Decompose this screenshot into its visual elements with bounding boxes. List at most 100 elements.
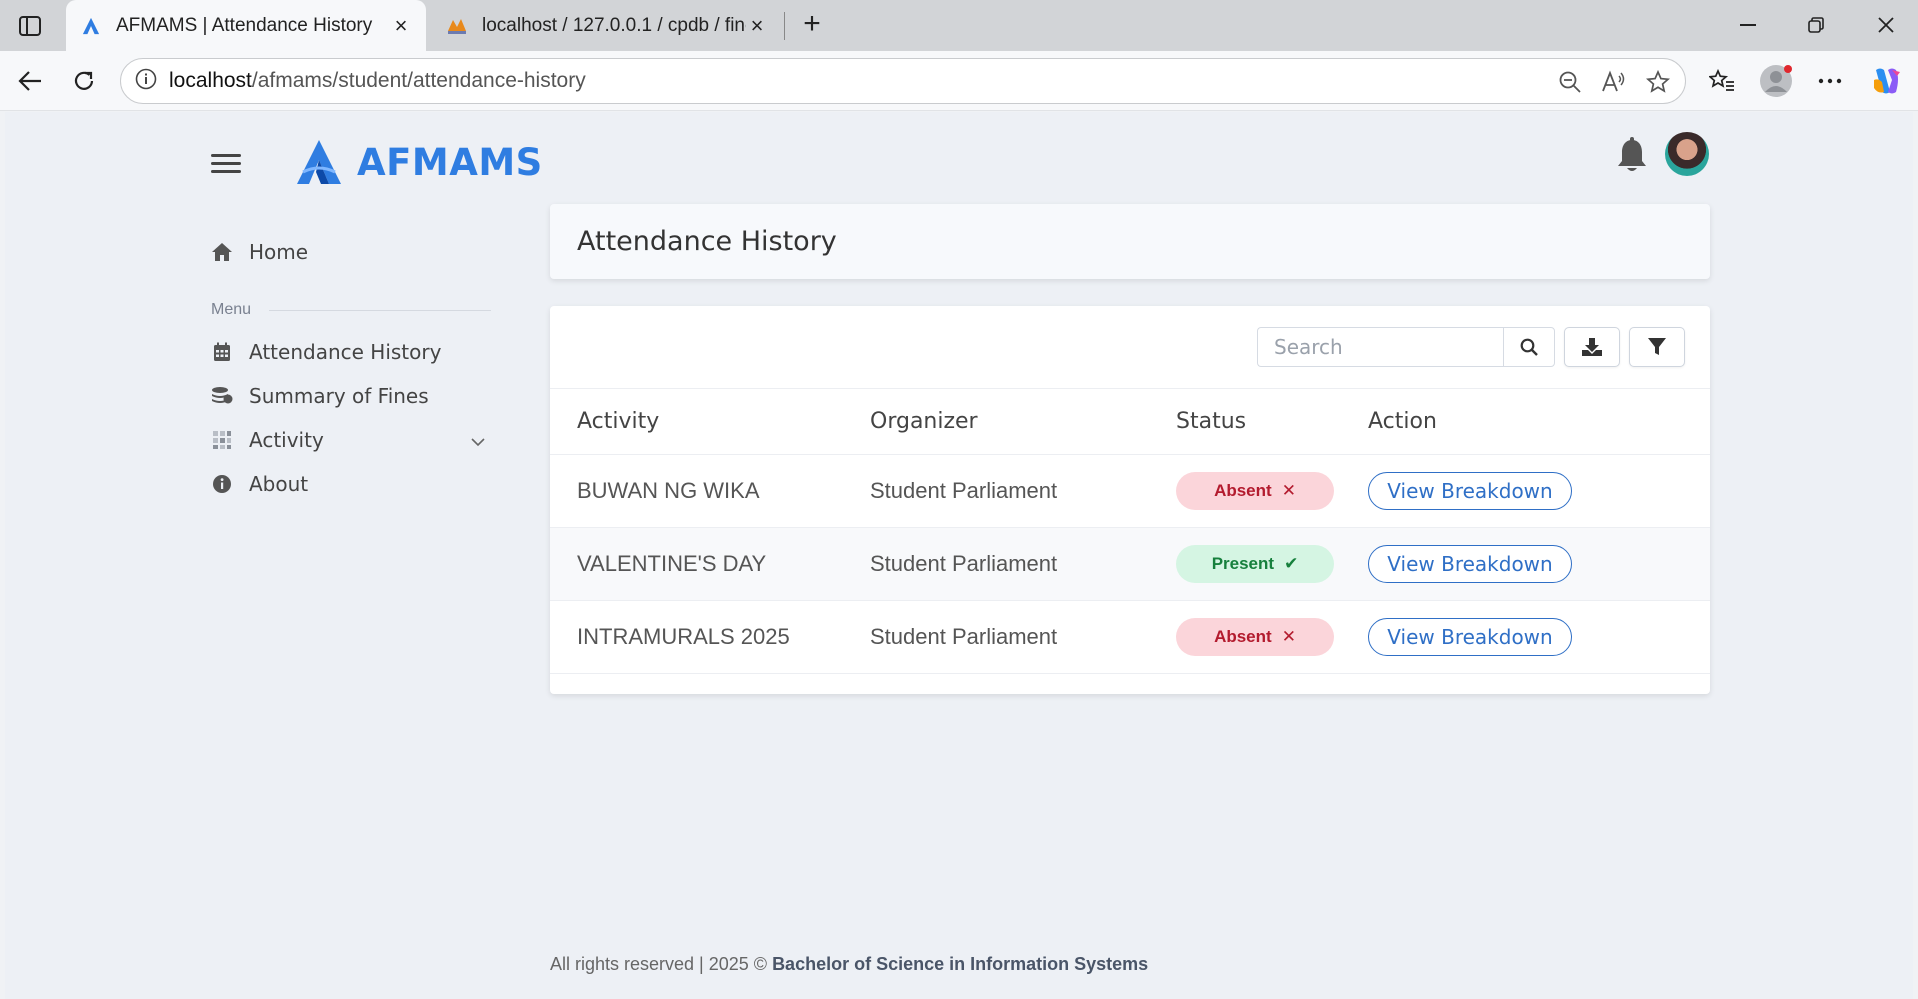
footer-text: All rights reserved | 2025 © <box>550 954 768 974</box>
search-input[interactable] <box>1257 327 1503 367</box>
tab-title: AFMAMS | Attendance History <box>116 14 373 36</box>
grid-icon <box>211 429 233 451</box>
page-title-card: Attendance History <box>550 204 1710 279</box>
brand-logo[interactable]: AFMAMS <box>295 138 543 186</box>
status-badge: Absent ✕ <box>1176 472 1334 510</box>
sidebar-item-attendance-history[interactable]: Attendance History <box>211 330 491 374</box>
menu-divider <box>269 309 491 311</box>
status-cell: Absent ✕ <box>1176 600 1368 674</box>
download-icon <box>1582 338 1602 356</box>
sidebar-item-label: About <box>249 472 309 496</box>
url-host: localhost <box>169 69 252 92</box>
table-toolbar <box>1257 327 1685 367</box>
action-cell: View Breakdown <box>1368 600 1710 674</box>
address-bar[interactable]: localhost/afmams/student/attendance-hist… <box>120 58 1686 104</box>
tab-phpmyadmin[interactable]: localhost / 127.0.0.1 / cpdb / fines × <box>432 0 782 51</box>
sidebar-item-activity[interactable]: Activity <box>211 418 491 462</box>
tab-title: localhost / 127.0.0.1 / cpdb / fines <box>482 14 746 36</box>
activity-cell: INTRAMURALS 2025 <box>550 600 870 674</box>
url-path: /afmams/student/attendance-history <box>251 69 586 92</box>
status-text: Absent <box>1214 627 1272 646</box>
check-icon: ✔ <box>1284 554 1299 573</box>
x-mark-icon: ✕ <box>1281 481 1296 500</box>
column-header-action[interactable]: Action <box>1368 388 1710 455</box>
table-row: VALENTINE'S DAY Student Parliament Prese… <box>550 527 1710 601</box>
sidebar-item-about[interactable]: About <box>211 462 491 506</box>
view-breakdown-button[interactable]: View Breakdown <box>1368 545 1572 583</box>
status-badge: Absent ✕ <box>1176 618 1334 656</box>
refresh-icon[interactable] <box>66 63 102 99</box>
user-avatar[interactable] <box>1665 132 1709 176</box>
sidebar-item-summary-of-fines[interactable]: Summary of Fines <box>211 374 491 418</box>
coins-icon <box>211 385 233 407</box>
close-tab-icon[interactable]: × <box>746 14 768 37</box>
footer-org: Bachelor of Science in Information Syste… <box>772 954 1149 974</box>
copilot-icon[interactable] <box>1868 63 1904 99</box>
home-icon <box>211 241 233 263</box>
view-breakdown-button[interactable]: View Breakdown <box>1368 618 1572 656</box>
browser-toolbar: localhost/afmams/student/attendance-hist… <box>0 51 1918 111</box>
chevron-down-icon[interactable] <box>471 428 485 452</box>
table-header-row: Activity Organizer Status Action <box>550 388 1710 455</box>
site-info-icon[interactable] <box>135 68 157 95</box>
back-arrow-icon[interactable] <box>12 63 48 99</box>
action-cell: View Breakdown <box>1368 527 1710 601</box>
phpmyadmin-favicon-icon <box>446 15 468 37</box>
attendance-table-card: Activity Organizer Status Action BUWAN N… <box>550 306 1710 694</box>
menu-section-label: Menu <box>211 290 491 330</box>
search-icon <box>1520 338 1538 356</box>
sidebar: Home Menu Attendance History Summary of … <box>211 230 491 506</box>
sidebar-item-label: Summary of Fines <box>249 384 429 408</box>
action-cell: View Breakdown <box>1368 454 1710 528</box>
filter-button[interactable] <box>1629 327 1685 367</box>
menu-label-text: Menu <box>211 301 252 318</box>
minimize-icon[interactable] <box>1728 8 1768 42</box>
column-header-activity[interactable]: Activity <box>550 388 870 455</box>
sidebar-item-label: Home <box>249 240 309 264</box>
sidebar-item-home[interactable]: Home <box>211 230 491 274</box>
page: AFMAMS Home Menu Attendance History Summ… <box>5 112 1913 999</box>
table-row: INTRAMURALS 2025 Student Parliament Abse… <box>550 600 1710 674</box>
sidebar-item-label: Attendance History <box>249 340 442 364</box>
organizer-cell: Student Parliament <box>870 527 1176 601</box>
url-text: localhost/afmams/student/attendance-hist… <box>169 69 586 93</box>
favorites-icon[interactable] <box>1704 63 1740 99</box>
tab-attendance-history[interactable]: AFMAMS | Attendance History × <box>66 0 426 51</box>
read-aloud-icon[interactable] <box>1599 67 1629 97</box>
profile-icon[interactable] <box>1758 63 1794 99</box>
browser-tabbar: AFMAMS | Attendance History × localhost … <box>0 0 1918 51</box>
footer: All rights reserved | 2025 © Bachelor of… <box>550 954 1148 975</box>
status-badge: Present ✔ <box>1176 545 1334 583</box>
close-tab-icon[interactable]: × <box>390 14 412 37</box>
info-icon <box>211 473 233 495</box>
search-button[interactable] <box>1503 327 1555 367</box>
filter-icon <box>1648 338 1666 355</box>
sidebar-toggle-icon[interactable] <box>14 12 46 40</box>
activity-cell: VALENTINE'S DAY <box>550 527 870 601</box>
brand-name: AFMAMS <box>357 140 543 184</box>
calendar-icon <box>211 341 233 363</box>
status-cell: Present ✔ <box>1176 527 1368 601</box>
download-button[interactable] <box>1564 327 1620 367</box>
more-options-icon[interactable] <box>1812 63 1848 99</box>
activity-cell: BUWAN NG WIKA <box>550 454 870 528</box>
favorite-star-icon[interactable] <box>1643 67 1673 97</box>
hamburger-menu-icon[interactable] <box>211 154 241 178</box>
organizer-cell: Student Parliament <box>870 600 1176 674</box>
close-window-icon[interactable] <box>1866 8 1906 42</box>
view-breakdown-button[interactable]: View Breakdown <box>1368 472 1572 510</box>
status-text: Absent <box>1214 481 1272 500</box>
attendance-table: Activity Organizer Status Action BUWAN N… <box>550 388 1710 674</box>
zoom-out-icon[interactable] <box>1555 67 1585 97</box>
column-header-status[interactable]: Status <box>1176 388 1368 455</box>
organizer-cell: Student Parliament <box>870 454 1176 528</box>
afmams-favicon-icon <box>80 15 102 37</box>
notification-bell-icon[interactable] <box>1615 136 1649 176</box>
column-header-organizer[interactable]: Organizer <box>870 388 1176 455</box>
sidebar-item-label: Activity <box>249 428 324 452</box>
tab-divider <box>784 12 785 40</box>
status-cell: Absent ✕ <box>1176 454 1368 528</box>
page-title: Attendance History <box>577 226 837 257</box>
new-tab-icon[interactable]: + <box>795 8 829 42</box>
restore-icon[interactable] <box>1796 8 1836 42</box>
